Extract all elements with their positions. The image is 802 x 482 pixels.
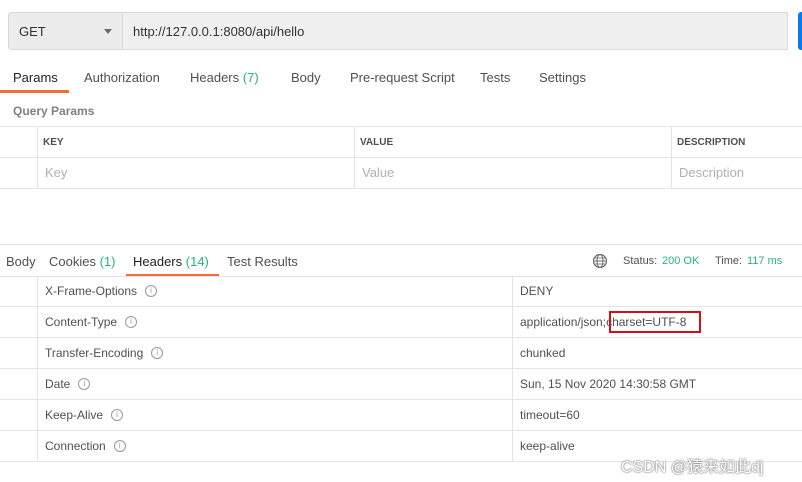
header-key: Content-Type i <box>45 315 138 329</box>
header-value: keep-alive <box>520 439 575 453</box>
divider <box>0 430 802 431</box>
tab-authorization-label: Authorization <box>84 70 160 85</box>
divider <box>0 126 802 127</box>
tab-settings-label: Settings <box>539 70 586 85</box>
info-icon[interactable]: i <box>111 409 124 421</box>
tab-headers-count: (7) <box>242 70 259 85</box>
header-key-label: Date <box>45 377 71 391</box>
tab-settings[interactable]: Settings <box>539 70 586 85</box>
tab-authorization[interactable]: Authorization <box>84 70 160 85</box>
response-tab-test-results-label: Test Results <box>227 254 298 269</box>
tab-body[interactable]: Body <box>291 70 321 85</box>
header-value: Sun, 15 Nov 2020 14:30:58 GMT <box>520 377 697 391</box>
column-header-value: VALUE <box>360 137 394 148</box>
active-tab-indicator <box>0 90 69 93</box>
divider <box>0 368 802 369</box>
divider <box>0 276 802 277</box>
header-key: X-Frame-Options i <box>45 284 158 298</box>
time-value[interactable]: 117 ms <box>747 255 782 267</box>
divider <box>0 188 802 189</box>
header-value: timeout=60 <box>520 408 580 422</box>
header-key: Date i <box>45 377 91 391</box>
divider <box>512 276 513 462</box>
response-tab-cookies[interactable]: Cookies (1) <box>49 254 115 269</box>
header-key-label: Transfer-Encoding <box>45 346 144 360</box>
param-description-input[interactable]: Description <box>679 165 799 180</box>
tab-tests[interactable]: Tests <box>480 70 510 85</box>
header-value: DENY <box>520 284 554 298</box>
divider <box>671 126 672 188</box>
divider <box>0 399 802 400</box>
header-key-label: Content-Type <box>45 315 118 329</box>
response-divider <box>0 244 802 245</box>
header-key: Transfer-Encoding i <box>45 346 164 360</box>
status-label: Status: <box>623 255 658 267</box>
tab-headers[interactable]: Headers (7) <box>190 70 259 85</box>
param-key-input[interactable]: Key <box>45 165 345 180</box>
send-button[interactable] <box>798 12 802 50</box>
watermark: CSDN @猿来如此dj <box>621 459 764 476</box>
header-value-text: application/json; <box>520 315 607 329</box>
header-key-label: X-Frame-Options <box>45 284 138 298</box>
tab-tests-label: Tests <box>480 70 511 85</box>
url-text: http://127.0.0.1:8080/api/hello <box>133 23 305 39</box>
info-icon[interactable]: i <box>78 378 91 390</box>
tab-headers-label: Headers <box>190 70 240 85</box>
info-icon[interactable]: i <box>145 285 158 297</box>
status-value[interactable]: 200 OK <box>662 255 699 267</box>
tab-params-label: Params <box>13 70 58 85</box>
response-tab-cookies-count: (1) <box>99 254 116 269</box>
divider <box>37 126 38 188</box>
highlight-annotation-box <box>609 311 701 333</box>
divider <box>37 276 38 462</box>
chevron-down-icon <box>104 29 112 34</box>
header-key-label: Connection <box>45 439 106 453</box>
header-value: chunked <box>520 346 566 360</box>
query-params-title: Query Params <box>13 104 95 118</box>
response-tab-cookies-label: Cookies <box>49 254 96 269</box>
time-label: Time: <box>715 255 743 267</box>
info-icon[interactable]: i <box>113 440 126 452</box>
tab-pre-request-script-label: Pre-request Script <box>350 70 455 85</box>
column-header-description: DESCRIPTION <box>677 137 746 148</box>
divider <box>354 126 355 188</box>
header-key: Keep-Alive i <box>45 408 124 422</box>
url-input[interactable]: http://127.0.0.1:8080/api/hello <box>122 12 788 50</box>
response-tab-body[interactable]: Body <box>6 254 36 269</box>
param-value-input[interactable]: Value <box>362 165 662 180</box>
divider <box>0 306 802 307</box>
info-icon[interactable]: i <box>151 347 164 359</box>
tab-body-label: Body <box>291 70 321 85</box>
divider <box>0 157 802 158</box>
header-key: Connection i <box>45 439 126 453</box>
header-key-label: Keep-Alive <box>45 408 104 422</box>
response-tab-body-label: Body <box>6 254 36 269</box>
tab-pre-request-script[interactable]: Pre-request Script <box>350 70 455 85</box>
method-select[interactable]: GET <box>8 12 122 50</box>
divider <box>0 337 802 338</box>
info-icon[interactable]: i <box>125 316 138 328</box>
tab-params[interactable]: Params <box>13 70 58 85</box>
response-tab-headers-count: (14) <box>185 254 209 269</box>
response-tab-test-results[interactable]: Test Results <box>227 254 298 269</box>
response-tab-headers[interactable]: Headers (14) <box>133 254 209 269</box>
globe-icon[interactable] <box>592 253 608 269</box>
method-label: GET <box>19 23 46 39</box>
column-header-key: KEY <box>43 137 64 148</box>
response-tab-headers-label: Headers <box>133 254 183 269</box>
